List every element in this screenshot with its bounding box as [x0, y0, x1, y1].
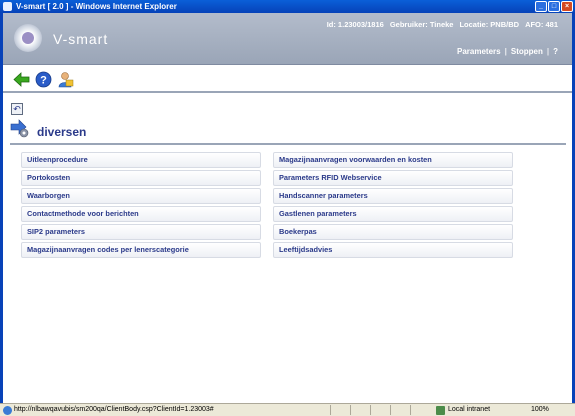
logo-text: V-smart — [53, 31, 109, 47]
session-afo: AFO: 481 — [525, 20, 558, 29]
window-title: V-smart [ 2.0 ] - Windows Internet Explo… — [16, 2, 177, 11]
menu-item-parameters-rfid[interactable]: Parameters RFID Webservice — [273, 170, 513, 186]
svg-text:?: ? — [40, 75, 47, 87]
stoppen-link[interactable]: Stoppen — [511, 47, 543, 56]
help-icon[interactable]: ? — [35, 71, 52, 88]
session-id: Id: 1.23003/1816 — [326, 20, 384, 29]
menu-item-handscanner-parameters[interactable]: Handscanner parameters — [273, 188, 513, 204]
maximize-button[interactable]: □ — [548, 1, 560, 12]
menu-item-gastlenen-parameters[interactable]: Gastlenen parameters — [273, 206, 513, 222]
parameters-link[interactable]: Parameters — [457, 47, 501, 56]
menu-item-sip2-parameters[interactable]: SIP2 parameters — [21, 224, 261, 240]
menu-item-waarborgen[interactable]: Waarborgen — [21, 188, 261, 204]
close-button[interactable]: × — [561, 1, 573, 12]
menu-item-uitleenprocedure[interactable]: Uitleenprocedure — [21, 152, 261, 168]
page-title: diversen — [37, 125, 87, 139]
window-title-bar: V-smart [ 2.0 ] - Windows Internet Explo… — [0, 0, 575, 13]
menu-item-leeftijdsadvies[interactable]: Leeftijdsadvies — [273, 242, 513, 258]
menu-item-boekerpas[interactable]: Boekerpas — [273, 224, 513, 240]
page-icon — [3, 406, 12, 415]
back-arrow-icon[interactable] — [13, 71, 30, 88]
settings-arrow-icon — [10, 119, 29, 138]
user-icon[interactable] — [57, 71, 74, 88]
minimize-button[interactable]: _ — [535, 1, 547, 12]
title-divider — [10, 143, 566, 145]
session-user: Gebruiker: Tineke — [389, 20, 454, 29]
help-link[interactable]: ? — [553, 47, 558, 56]
toolbar: ? — [3, 66, 572, 93]
menu-item-magazijnaanvragen-codes[interactable]: Magazijnaanvragen codes per lenerscatego… — [21, 242, 261, 258]
link-separator: | — [546, 47, 550, 56]
app-header: V-smart Id: 1.23003/1816 Gebruiker: Tine… — [3, 13, 572, 65]
refresh-button[interactable]: ↶ — [11, 103, 23, 115]
security-zone: Local intranet — [448, 406, 491, 413]
top-links: Parameters | Stoppen | ? — [457, 47, 558, 56]
session-location: Locatie: PNB/BD — [459, 20, 520, 29]
window-controls: _ □ × — [535, 1, 573, 12]
menu-item-portokosten[interactable]: Portokosten — [21, 170, 261, 186]
ie-app-icon — [3, 2, 12, 11]
menu-column-right: Magazijnaanvragen voorwaarden en kosten … — [273, 152, 513, 258]
vsmart-logo-icon — [14, 24, 42, 52]
menu-item-contactmethode[interactable]: Contactmethode voor berichten — [21, 206, 261, 222]
browser-content: V-smart Id: 1.23003/1816 Gebruiker: Tine… — [0, 13, 575, 403]
status-url: http://nlbawqavubis/sm200qa/ClientBody.c… — [14, 406, 214, 413]
session-info: Id: 1.23003/1816 Gebruiker: Tineke Locat… — [327, 20, 558, 29]
menu-column-left: Uitleenprocedure Portokosten Waarborgen … — [21, 152, 261, 258]
intranet-zone-icon — [436, 406, 445, 415]
zoom-level[interactable]: 100% — [531, 406, 549, 413]
status-panes — [330, 405, 428, 415]
menu-item-magazijnaanvragen-voorwaarden[interactable]: Magazijnaanvragen voorwaarden en kosten — [273, 152, 513, 168]
status-bar: http://nlbawqavubis/sm200qa/ClientBody.c… — [0, 403, 575, 416]
link-separator: | — [504, 47, 507, 56]
